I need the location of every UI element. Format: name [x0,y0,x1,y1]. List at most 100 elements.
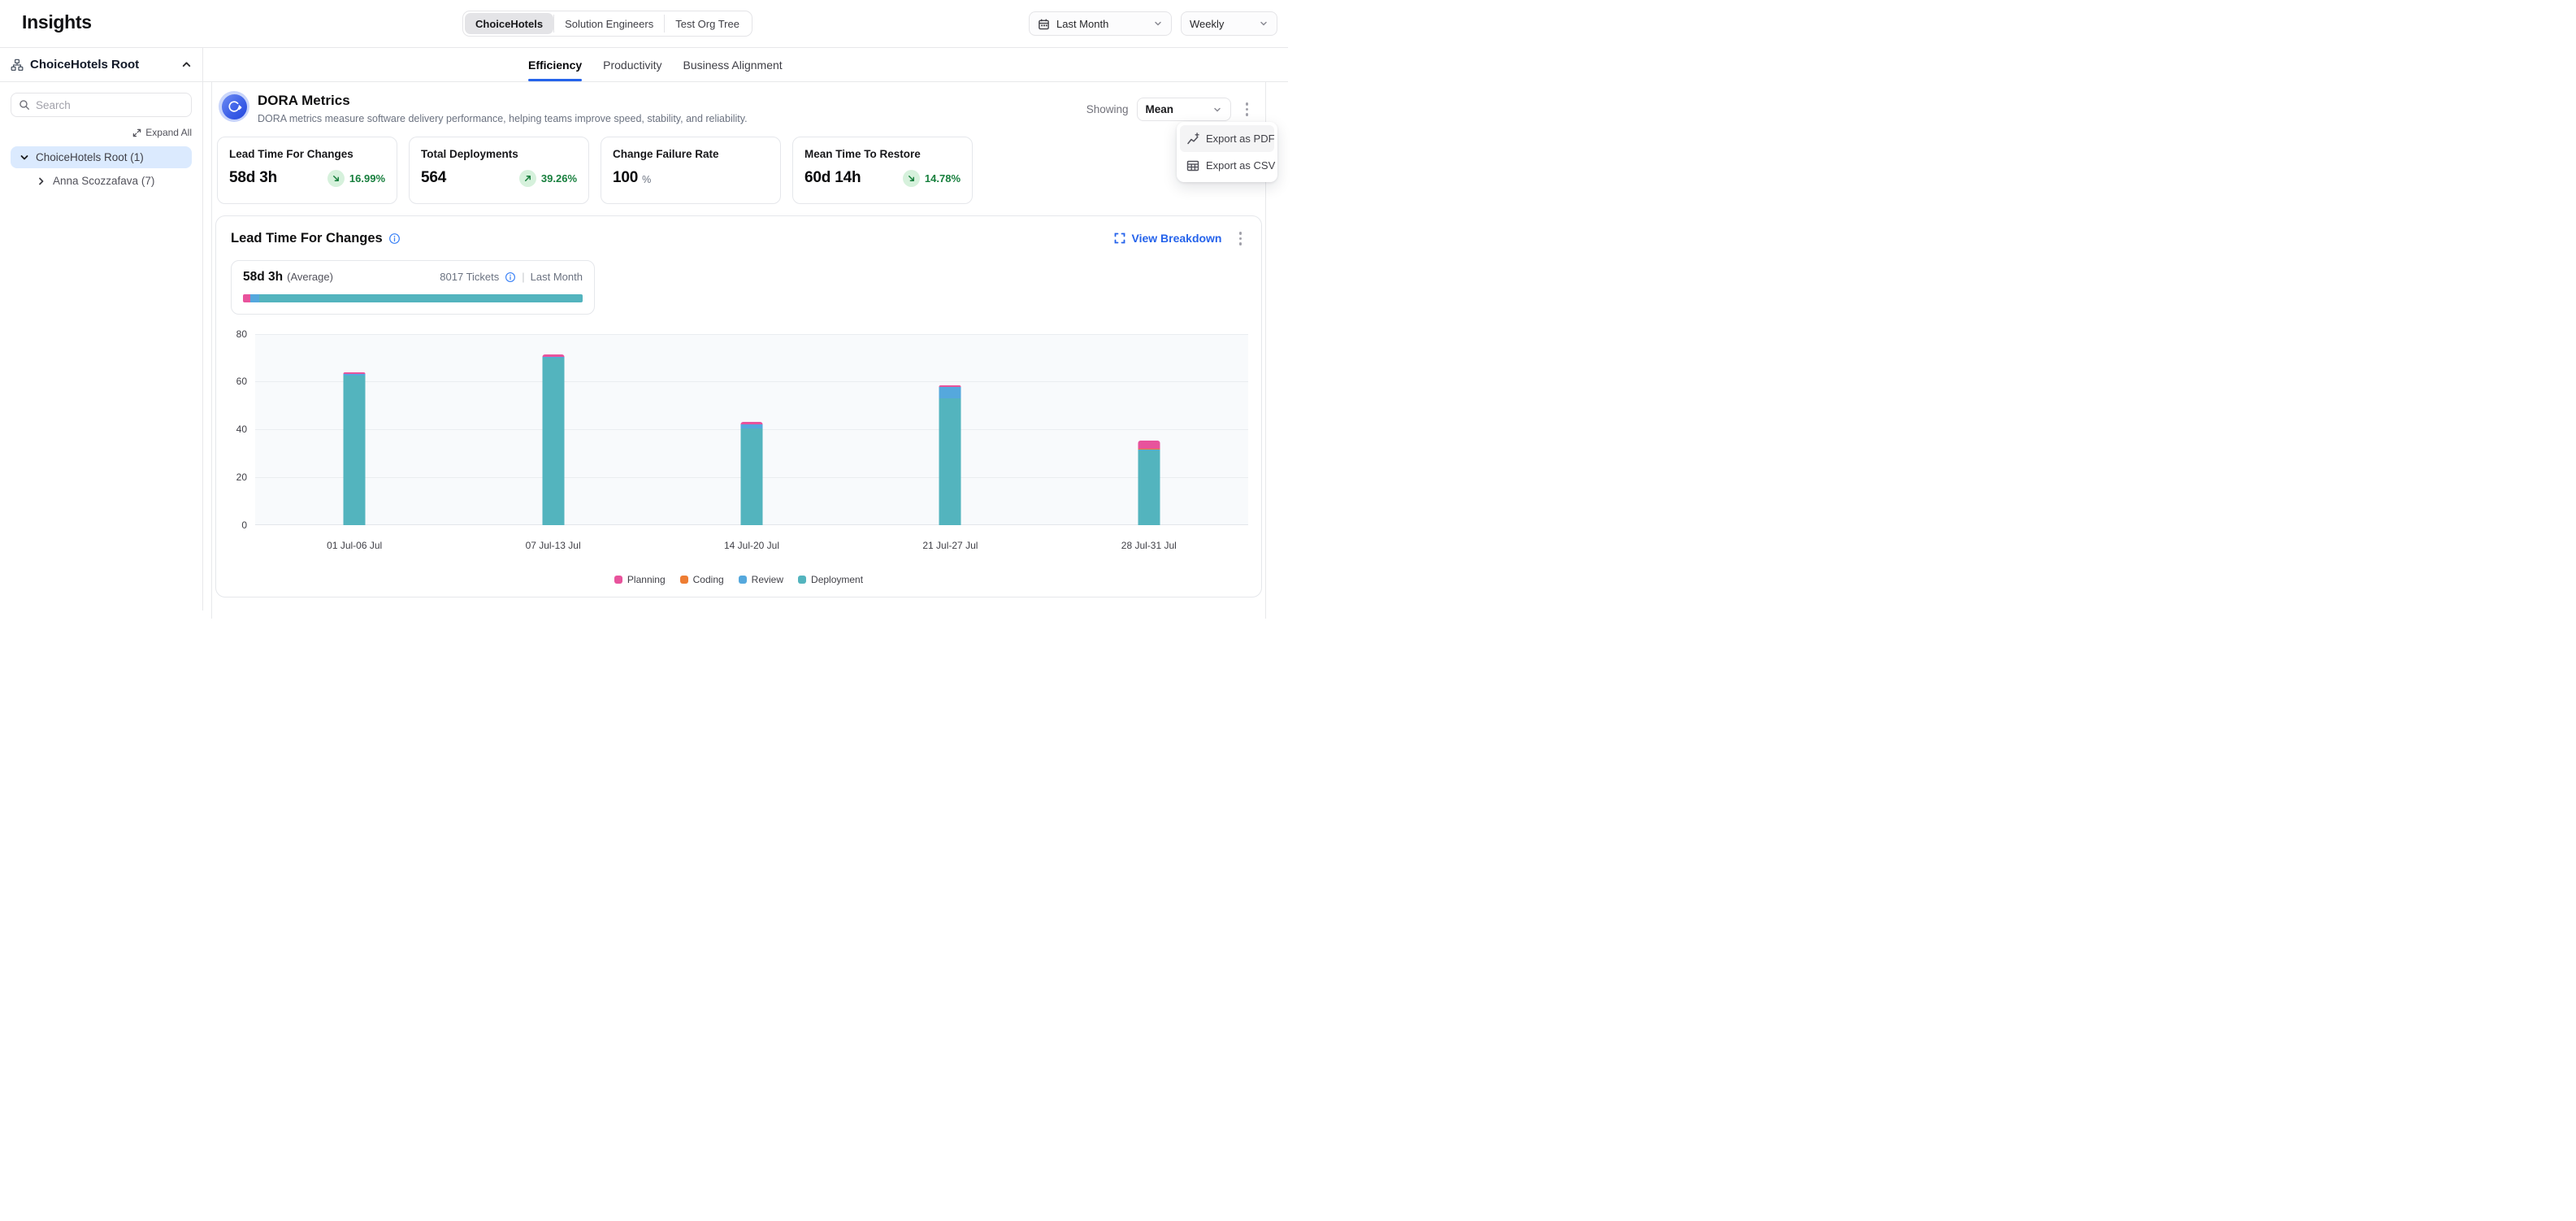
info-icon[interactable] [388,232,401,245]
chart-kebab-menu-button[interactable] [1234,228,1247,249]
stacked-bar-chart: 020406080 [255,334,1248,525]
menu-item-label: Export as CSV [1206,159,1275,172]
planning-segment [1138,441,1160,449]
tab-business-alignment[interactable]: Business Alignment [683,48,783,81]
menu-item-export-as-csv[interactable]: Export as CSV [1180,152,1274,179]
org-tree: ChoiceHotels Root (1) Anna Scozzafava (7) [11,146,192,192]
trend-down-icon [903,170,920,187]
legend-item-coding: Coding [680,574,724,585]
x-axis-tick-label: 14 Jul-20 Jul [724,540,779,551]
deployment-segment [542,358,564,525]
chevron-down-icon [1212,105,1222,115]
trend-delta: 16.99% [349,172,385,185]
y-axis-tick-label: 20 [236,471,247,483]
org-tab-solution-engineers[interactable]: Solution Engineers [554,13,664,34]
chevron-right-icon[interactable] [37,176,46,186]
lead-time-chart-card: Lead Time For Changes View Breakdown [215,215,1262,597]
section-tabs: Efficiency Productivity Business Alignment [203,48,1288,82]
org-tab-choicehotels[interactable]: ChoiceHotels [465,13,553,34]
stat-card-title: Mean Time To Restore [804,148,961,160]
dora-kebab-menu-button[interactable] [1241,99,1254,119]
trend-badge: 39.26% [519,170,577,187]
legend-chip [680,576,688,584]
info-icon[interactable] [505,272,516,283]
review-segment [939,387,961,398]
x-axis-tick-label: 21 Jul-27 Jul [922,540,978,551]
stat-card-value: 100 [613,169,638,187]
aggregation-select[interactable]: Mean [1137,98,1231,121]
aggregation-value: Mean [1146,103,1174,115]
gridline [255,334,1248,335]
stacked-bar-4[interactable] [939,385,961,525]
calendar-icon [1038,18,1050,30]
y-axis-tick-label: 0 [241,519,247,531]
dora-description: DORA metrics measure software delivery p… [258,113,748,124]
dora-panel: DORA Metrics DORA metrics measure softwa… [211,82,1266,619]
trend-delta: 14.78% [925,172,961,185]
tab-productivity[interactable]: Productivity [603,48,661,81]
legend-label: Coding [693,574,724,585]
expand-corners-icon [1114,232,1125,244]
trend-badge: 16.99% [327,170,385,187]
export-menu-popup: Export as PDF Export as CSV [1177,122,1277,182]
top-bar: Insights ChoiceHotelsSolution EngineersT… [0,0,1288,48]
deployment-segment [1138,450,1160,525]
meta-divider: | [522,271,524,283]
x-axis-tick-label: 01 Jul-06 Jul [327,540,382,551]
org-tab-test-org-tree[interactable]: Test Org Tree [665,13,750,34]
tree-node[interactable]: Anna Scozzafava (7) [11,170,192,192]
gridline [255,381,1248,382]
org-switcher-tabs: ChoiceHotelsSolution EngineersTest Org T… [462,11,752,37]
tab-efficiency[interactable]: Efficiency [528,48,582,81]
dora-header: DORA Metrics DORA metrics measure softwa… [212,82,1265,124]
dora-title: DORA Metrics [258,93,748,109]
sidebar-collapse-button[interactable] [181,59,192,70]
stacked-bar-2[interactable] [542,354,564,525]
stat-card-value: 58d 3h [229,169,277,187]
average-value: 58d 3h [243,270,283,285]
legend-chip [614,576,622,584]
date-range-select[interactable]: Last Month [1029,11,1172,36]
dora-cycle-icon [219,91,249,122]
planning-segment [243,294,250,302]
trend-up-icon [519,170,536,187]
stacked-bar-5[interactable] [1138,441,1160,524]
stat-card-title: Total Deployments [421,148,577,160]
chart-legend: PlanningCodingReviewDeployment [216,574,1261,585]
tickets-count: 8017 Tickets [440,271,499,283]
review-segment [250,294,259,302]
stat-card-unit: % [642,174,651,185]
stacked-bar-3[interactable] [741,422,763,525]
chevron-down-icon [1153,19,1163,28]
chart-header: Lead Time For Changes View Breakdown [216,216,1261,249]
sidebar-search[interactable] [11,93,192,117]
phase-distribution-bar [243,294,583,302]
search-icon [19,99,30,111]
x-axis-tick-label: 07 Jul-13 Jul [526,540,581,551]
trend-badge: 14.78% [903,170,961,187]
sidebar-header: ChoiceHotels Root [0,48,202,82]
average-summary-card: 58d 3h (Average) 8017 Tickets | Last Mon… [231,260,595,315]
tree-node-label: ChoiceHotels Root (1) [36,151,144,163]
stat-card: Mean Time To Restore60d 14h14.78% [792,137,973,204]
deployment-segment [939,398,961,525]
view-breakdown-button[interactable]: View Breakdown [1114,232,1221,245]
chart-title: Lead Time For Changes [231,231,383,246]
view-breakdown-label: View Breakdown [1131,232,1221,245]
legend-label: Deployment [811,574,863,585]
showing-label: Showing [1086,103,1129,115]
menu-item-export-as-pdf[interactable]: Export as PDF [1180,125,1274,152]
stacked-bar-1[interactable] [344,372,366,525]
stat-card-title: Change Failure Rate [613,148,769,160]
main-content: Efficiency Productivity Business Alignment… [203,48,1288,610]
tree-node[interactable]: ChoiceHotels Root (1) [11,146,192,168]
legend-item-deployment: Deployment [798,574,863,585]
chevron-down-icon[interactable] [20,153,29,163]
expand-all-button[interactable]: Expand All [11,127,192,138]
granularity-select[interactable]: Weekly [1181,11,1277,36]
date-range-value: Last Month [1056,18,1108,30]
search-input[interactable] [36,99,174,111]
stat-card: Lead Time For Changes58d 3h16.99% [217,137,397,204]
active-tab-underline [528,79,582,81]
table-icon [1186,159,1199,172]
